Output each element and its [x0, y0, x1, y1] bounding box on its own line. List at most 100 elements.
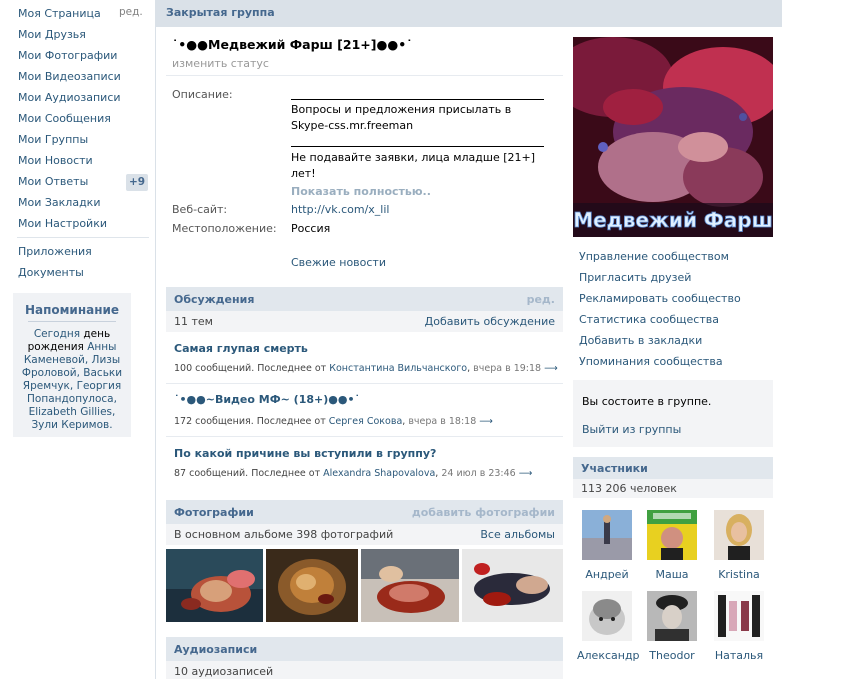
topic-meta: 100 сообщений. Последнее от Константина …: [174, 363, 558, 374]
description-rule-2: [291, 146, 544, 147]
topic-meta: 172 сообщения. Последнее от Сергея Соков…: [174, 416, 493, 427]
nav-my-news[interactable]: Мои Новости: [18, 152, 93, 170]
nav-my-groups[interactable]: Мои Группы: [18, 131, 88, 149]
answers-count-badge[interactable]: +9: [126, 174, 148, 191]
member-name[interactable]: Наталья: [709, 649, 769, 662]
nav-my-audio[interactable]: Мои Аудиозаписи: [18, 89, 121, 107]
leave-group-link[interactable]: Выйти из группы: [582, 423, 681, 436]
description-label: Описание:: [172, 88, 233, 101]
website-link[interactable]: http://vk.com/x_lil: [291, 203, 389, 216]
nav-documents[interactable]: Документы: [18, 264, 84, 282]
topic-msg-count: 100 сообщений. Последнее от: [174, 363, 327, 374]
community-stats-link[interactable]: Статистика сообщества: [579, 313, 719, 326]
fresh-news-link[interactable]: Свежие новости: [291, 256, 386, 269]
member-card[interactable]: Kristina: [709, 510, 769, 581]
nav-my-videos[interactable]: Мои Видеозаписи: [18, 68, 121, 86]
avatar[interactable]: [714, 510, 764, 560]
add-bookmark-link[interactable]: Добавить в закладки: [579, 334, 702, 347]
topic-msg-count: 172 сообщения. Последнее от: [174, 416, 326, 427]
manage-community-link[interactable]: Управление сообществом: [579, 250, 729, 263]
audio-count: 10 аудиозаписей: [174, 665, 274, 678]
photos-subbar: В основном альбоме 398 фотографий Все ал…: [166, 524, 563, 545]
member-name[interactable]: Theodor: [642, 649, 702, 662]
location-value: Россия: [291, 222, 331, 235]
member-card[interactable]: Маша: [642, 510, 702, 581]
all-albums-link[interactable]: Все альбомы: [480, 528, 555, 541]
members-header[interactable]: Участники: [573, 457, 773, 479]
audio-title[interactable]: Аудиозаписи: [174, 643, 257, 656]
members-title[interactable]: Участники: [581, 462, 648, 475]
advertise-community-link[interactable]: Рекламировать сообщество: [579, 292, 741, 305]
photo-thumbnail[interactable]: [166, 549, 263, 622]
photo-thumbnail[interactable]: [462, 549, 563, 622]
member-name[interactable]: Маша: [642, 568, 702, 581]
photos-title[interactable]: Фотографии: [174, 506, 254, 519]
nav-apps[interactable]: Приложения: [18, 243, 92, 261]
member-card[interactable]: Андрей: [577, 510, 637, 581]
member-card[interactable]: Александр: [577, 591, 640, 662]
member-name[interactable]: Александр: [577, 649, 640, 662]
topic-last-author[interactable]: Константина Вильчанского: [329, 363, 467, 374]
discussions-title[interactable]: Обсуждения: [174, 293, 254, 306]
topic-meta: 87 сообщений. Последнее от Alexandra Sha…: [174, 468, 533, 479]
description-text-1: Вопросы и предложения присылать в Skype-…: [291, 103, 512, 132]
nav-my-page[interactable]: Моя Страница: [18, 5, 101, 23]
avatar[interactable]: [582, 591, 632, 641]
go-to-last-arrow-icon[interactable]: ⟶: [544, 363, 558, 374]
reminder-today-link[interactable]: Сегодня: [34, 328, 80, 340]
avatar[interactable]: [714, 591, 764, 641]
members-count[interactable]: 113 206 человек: [581, 482, 677, 495]
member-card[interactable]: Наталья: [709, 591, 769, 662]
cover-logo-text: Медвежий Фарш: [573, 208, 773, 232]
member-card[interactable]: Theodor: [642, 591, 702, 662]
topic-title[interactable]: Самая глупая смерть: [174, 342, 308, 355]
reminder-names[interactable]: Анны Каменевой, Лизы Фроловой, Васьки Яр…: [22, 341, 122, 431]
invite-friends-link[interactable]: Пригласить друзей: [579, 271, 691, 284]
avatar[interactable]: [647, 510, 697, 560]
description-text-2: Не подавайте заявки, лица младше [21+] л…: [291, 151, 536, 180]
topic-last-author[interactable]: Alexandra Shapovalova: [323, 468, 435, 479]
topic-last-author[interactable]: Сергея Сокова: [329, 416, 403, 427]
photos-header[interactable]: Фотографии добавить фотографии: [166, 500, 563, 524]
discussions-header[interactable]: Обсуждения ред.: [166, 287, 563, 311]
membership-status: Вы состоите в группе.: [582, 395, 712, 408]
community-mentions-link[interactable]: Упоминания сообщества: [579, 355, 723, 368]
photo-thumbnail[interactable]: [361, 549, 459, 622]
audio-header[interactable]: Аудиозаписи: [166, 637, 563, 661]
avatar[interactable]: [647, 591, 697, 641]
member-name[interactable]: Андрей: [577, 568, 637, 581]
membership-box: Вы состоите в группе. Выйти из группы: [573, 380, 773, 447]
nav-my-answers[interactable]: Мои Ответы: [18, 173, 88, 191]
audio-subbar: 10 аудиозаписей: [166, 661, 563, 679]
nav-my-messages[interactable]: Мои Сообщения: [18, 110, 111, 128]
change-status-link[interactable]: изменить статус: [172, 57, 269, 70]
go-to-last-arrow-icon[interactable]: ⟶: [519, 468, 533, 479]
group-cover-image[interactable]: Медвежий Фарш: [573, 37, 773, 237]
topic-time: вчера в 18:18: [408, 416, 477, 427]
add-photos-link[interactable]: добавить фотографии: [412, 506, 555, 519]
discussions-subbar: 11 тем Добавить обсуждение: [166, 311, 563, 332]
topic-title[interactable]: По какой причине вы вступили в группу?: [174, 447, 436, 460]
location-label: Местоположение:: [172, 222, 277, 235]
nav-my-settings[interactable]: Мои Настройки: [18, 215, 107, 233]
add-discussion-link[interactable]: Добавить обсуждение: [425, 315, 555, 328]
page-header-bar: Закрытая группа: [156, 0, 782, 27]
nav-my-photos[interactable]: Мои Фотографии: [18, 47, 117, 65]
member-name[interactable]: Kristina: [709, 568, 769, 581]
info-divider: [166, 75, 563, 76]
topic-title[interactable]: ˙•●●~Видео МФ~ (18+)●●•˙: [174, 393, 360, 406]
reminder-text: Сегодня день рождения Анны Каменевой, Ли…: [13, 328, 131, 432]
discussions-edit-link[interactable]: ред.: [527, 293, 555, 306]
nav-edit-link[interactable]: ред.: [119, 6, 143, 18]
reminder-title-underline: [28, 321, 116, 322]
go-to-last-arrow-icon[interactable]: ⟶: [479, 416, 493, 427]
topic-time: 24 июл в 23:46: [441, 468, 516, 479]
nav-my-bookmarks[interactable]: Мои Закладки: [18, 194, 100, 212]
topic-divider: [166, 436, 563, 437]
avatar[interactable]: [582, 510, 632, 560]
column-divider: [155, 0, 156, 679]
show-full-link[interactable]: Показать полностью..: [291, 185, 431, 198]
photo-thumbnail[interactable]: [266, 549, 358, 622]
nav-my-friends[interactable]: Мои Друзья: [18, 26, 86, 44]
topic-divider: [166, 383, 563, 384]
